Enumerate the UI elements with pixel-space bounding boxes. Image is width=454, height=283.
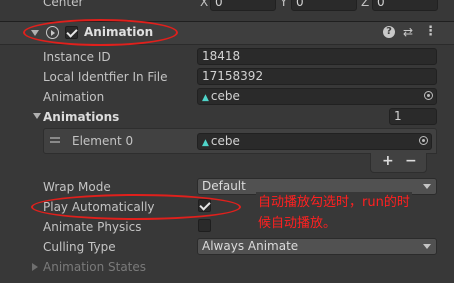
animation-states-foldout-icon[interactable] <box>32 263 38 271</box>
annotation-text: 自动播放勾选时，run的时 候自动播放。 <box>256 192 412 234</box>
element0-value: cebe <box>210 134 240 148</box>
animations-count-field[interactable]: 1 <box>389 108 437 125</box>
highlight-ellipse-play <box>31 194 241 220</box>
local-identifier-label: Local Identfier In File <box>43 70 168 84</box>
culling-type-dropdown[interactable]: Always Animate <box>197 238 437 255</box>
x-label: X <box>200 0 209 9</box>
animation-label: Animation <box>43 90 105 104</box>
culling-type-label: Culling Type <box>43 240 116 254</box>
annotation-line-1: 自动播放勾选时，run的时 <box>258 195 410 210</box>
animations-list-box: Element 0 ▲ cebe <box>43 128 437 154</box>
remove-element-button[interactable]: − <box>405 153 417 169</box>
animate-physics-label: Animate Physics <box>43 220 142 234</box>
animation-states-label[interactable]: Animation States <box>43 260 146 274</box>
add-element-button[interactable]: + <box>382 153 394 169</box>
culling-type-value: Always Animate <box>202 239 299 253</box>
animation-clip-icon: ▲ <box>202 93 209 103</box>
instance-id-label: Instance ID <box>43 50 111 64</box>
element0-picker-icon[interactable] <box>419 136 428 145</box>
animation-value: cebe <box>210 89 240 103</box>
z-field[interactable]: 0 <box>372 0 438 11</box>
annotation-line-2: 候自动播放。 <box>258 216 337 231</box>
object-picker-icon[interactable] <box>424 91 433 100</box>
drag-handle-icon[interactable] <box>50 137 60 139</box>
transform-row: Center X 0 Y 0 Z 0 <box>0 0 454 12</box>
dropdown-arrow-icon <box>423 184 431 189</box>
wrap-mode-label: Wrap Mode <box>43 180 111 194</box>
more-menu-icon[interactable]: ⋮ <box>424 24 437 39</box>
animation-field[interactable]: ▲ cebe <box>197 88 437 105</box>
y-field[interactable]: 0 <box>291 0 357 11</box>
preset-icon[interactable]: ⇄ <box>403 25 413 39</box>
x-field[interactable]: 0 <box>210 0 276 11</box>
animations-label: Animations <box>43 110 120 124</box>
wrap-mode-value: Default <box>202 179 246 193</box>
culling-dropdown-arrow-icon <box>423 244 431 249</box>
y-label: Y <box>280 0 288 9</box>
local-identifier-field[interactable]: 17158392 <box>197 68 437 85</box>
element0-clip-icon: ▲ <box>202 138 209 148</box>
help-icon[interactable]: ? <box>383 26 395 38</box>
list-footer: + − <box>370 153 427 173</box>
element0-field[interactable]: ▲ cebe <box>197 133 432 150</box>
instance-id-field[interactable]: 18418 <box>197 48 437 65</box>
highlight-ellipse-header <box>23 19 178 46</box>
element0-label: Element 0 <box>72 134 134 148</box>
center-label: Center <box>43 0 84 9</box>
animate-physics-checkbox[interactable] <box>198 219 211 232</box>
animations-foldout-icon[interactable] <box>33 113 41 119</box>
z-label: Z <box>361 0 370 9</box>
